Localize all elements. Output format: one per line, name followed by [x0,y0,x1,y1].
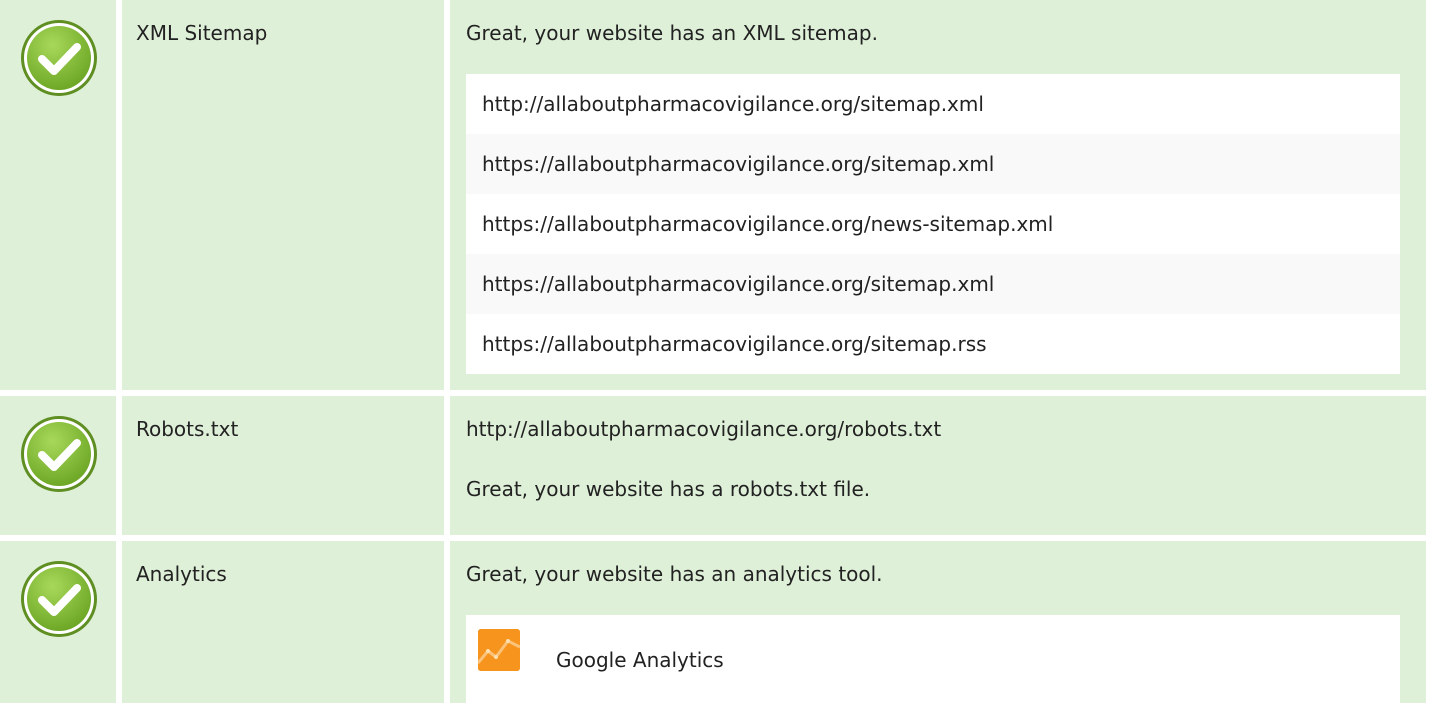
analytics-tool-item: Google Analytics [466,615,1400,705]
sitemap-url-list: http://allaboutpharmacovigilance.org/sit… [466,74,1400,374]
check-label: Analytics [136,562,227,586]
row-robots-txt: Robots.txt http://allaboutpharmacovigila… [0,396,1446,535]
check-label-cell: Analytics [122,541,444,703]
check-message: Great, your website has an XML sitemap. [466,21,878,45]
sitemap-url: https://allaboutpharmacovigilance.org/ne… [466,194,1400,254]
sitemap-url: http://allaboutpharmacovigilance.org/sit… [466,74,1400,134]
check-content-cell: http://allaboutpharmacovigilance.org/rob… [450,396,1426,535]
sitemap-url: https://allaboutpharmacovigilance.org/si… [466,254,1400,314]
check-circle-icon [21,416,97,492]
row-analytics: Analytics Great, your website has an ana… [0,541,1446,705]
status-cell [0,541,116,703]
google-analytics-icon [478,629,520,671]
check-label: XML Sitemap [136,21,268,45]
sitemap-url: https://allaboutpharmacovigilance.org/si… [466,314,1400,374]
status-cell [0,396,116,535]
analytics-tool-name: Google Analytics [556,648,724,672]
check-circle-icon [21,20,97,96]
seo-report: XML Sitemap Great, your website has an X… [0,0,1446,705]
check-message: Great, your website has an analytics too… [466,562,883,586]
check-circle-icon [21,561,97,637]
check-label: Robots.txt [136,417,239,441]
check-content-cell: Great, your website has an XML sitemap. … [450,0,1426,390]
robots-url: http://allaboutpharmacovigilance.org/rob… [466,417,942,441]
check-label-cell: XML Sitemap [122,0,444,390]
row-xml-sitemap: XML Sitemap Great, your website has an X… [0,0,1446,390]
check-message: Great, your website has a robots.txt fil… [466,477,871,501]
check-label-cell: Robots.txt [122,396,444,535]
status-cell [0,0,116,390]
sitemap-url: https://allaboutpharmacovigilance.org/si… [466,134,1400,194]
check-content-cell: Great, your website has an analytics too… [450,541,1426,705]
